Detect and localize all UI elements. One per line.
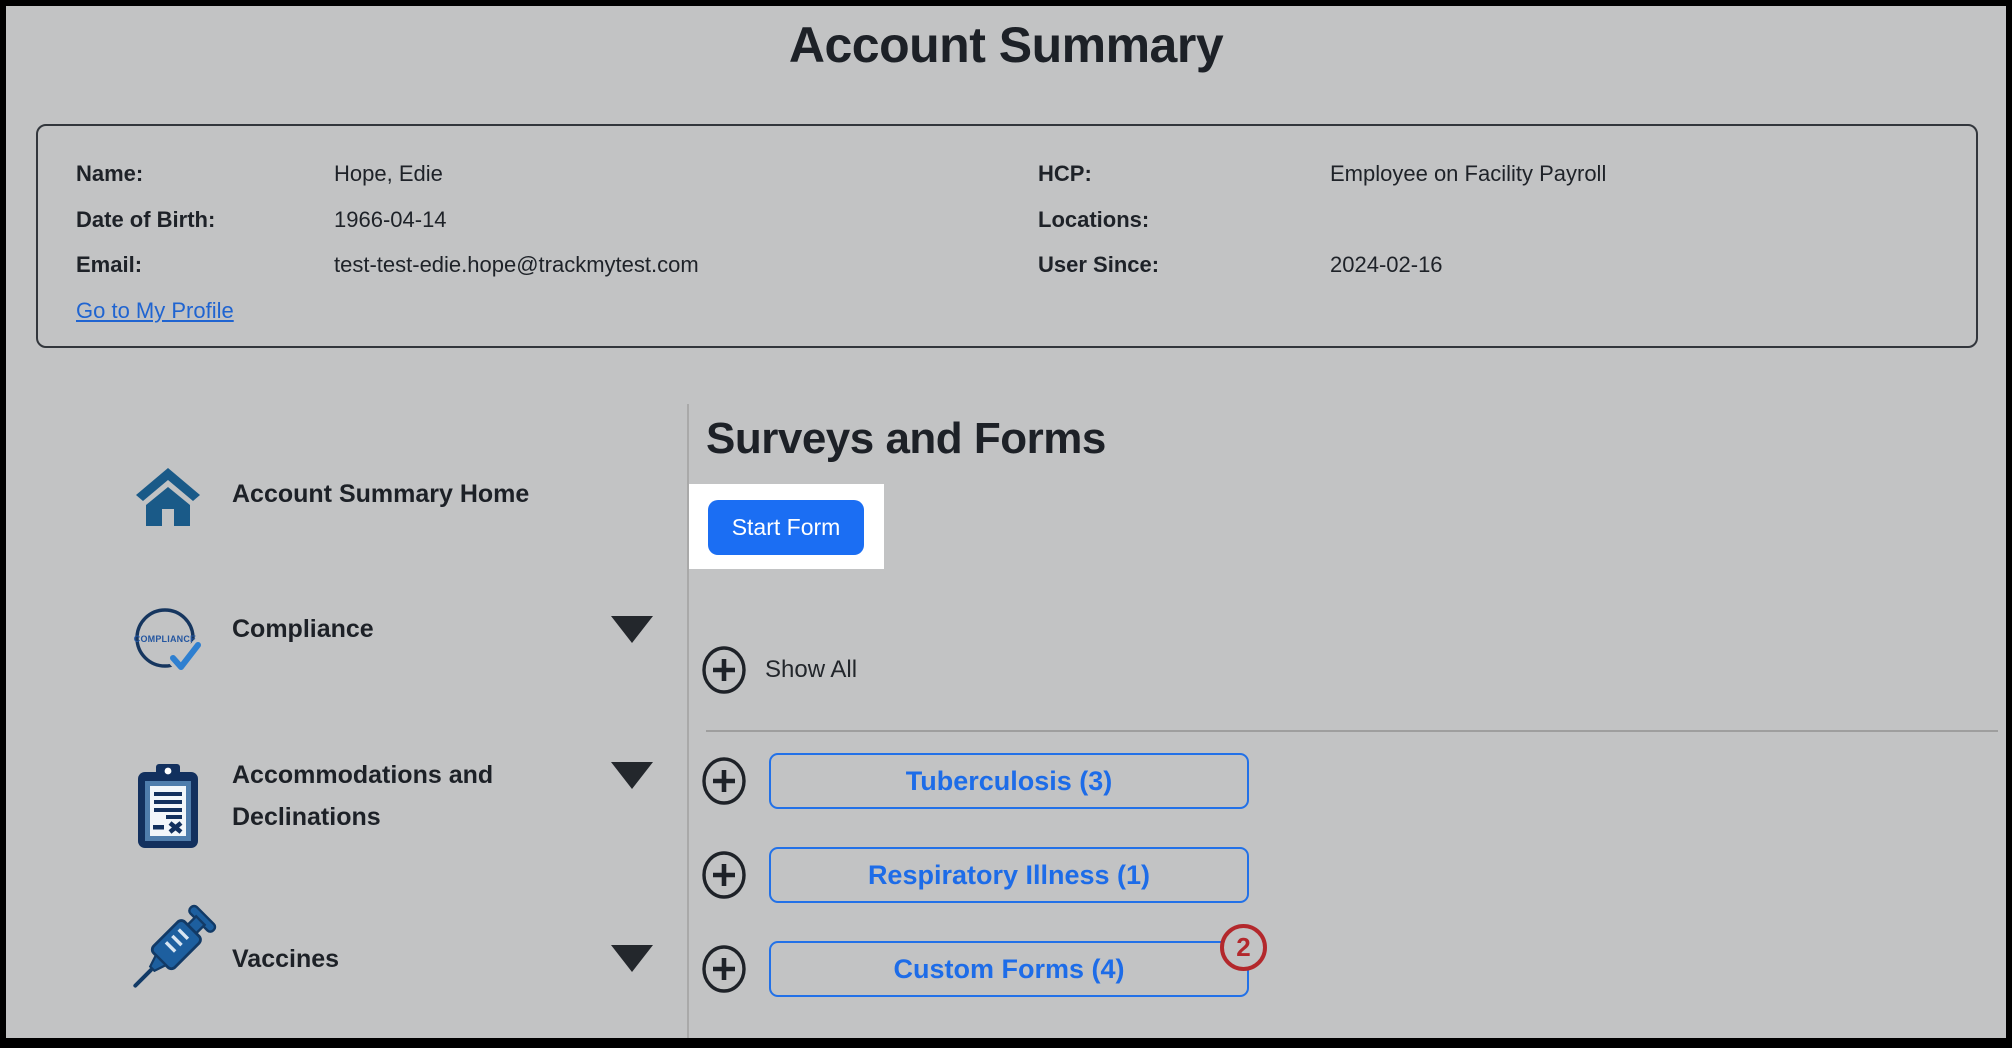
accommodations-expand-chevron-down-icon[interactable] xyxy=(611,762,653,789)
name-value: Hope, Edie xyxy=(334,161,443,187)
profile-row-user-since: User Since: 2024-02-16 xyxy=(1038,250,1443,280)
email-label: Email: xyxy=(76,252,334,278)
user-since-value: 2024-02-16 xyxy=(1330,252,1443,278)
category-row-tuberculosis: Tuberculosis (3) xyxy=(701,753,1249,809)
respiratory-illness-button[interactable]: Respiratory Illness (1) xyxy=(769,847,1249,903)
profile-summary-box: Name: Hope, Edie Date of Birth: 1966-04-… xyxy=(36,124,1978,348)
sidebar-item-compliance[interactable]: Compliance xyxy=(232,608,578,650)
custom-forms-notification-badge: 2 xyxy=(1220,924,1267,971)
category-row-respiratory-illness: Respiratory Illness (1) xyxy=(701,847,1249,903)
name-label: Name: xyxy=(76,161,334,187)
go-to-my-profile-link[interactable]: Go to My Profile xyxy=(76,298,234,324)
user-since-label: User Since: xyxy=(1038,252,1330,278)
profile-row-email: Email: test-test-edie.hope@trackmytest.c… xyxy=(76,250,699,280)
locations-label: Locations: xyxy=(1038,207,1330,233)
clipboard-icon xyxy=(136,764,200,855)
category-row-custom-forms: Custom Forms (4) xyxy=(701,941,1249,997)
hcp-label: HCP: xyxy=(1038,161,1330,187)
dob-label: Date of Birth: xyxy=(76,207,334,233)
show-all-label: Show All xyxy=(765,656,857,684)
compliance-expand-chevron-down-icon[interactable] xyxy=(611,616,653,643)
tuberculosis-expand-plus-icon[interactable] xyxy=(701,757,747,805)
dob-value: 1966-04-14 xyxy=(334,207,447,233)
account-summary-page: Account Summary Name: Hope, Edie Date of… xyxy=(6,6,2006,1038)
compliance-icon: COMPLIANCE xyxy=(130,604,204,681)
section-heading: Surveys and Forms xyxy=(706,414,1106,464)
profile-row-name: Name: Hope, Edie xyxy=(76,159,443,189)
profile-row-locations: Locations: xyxy=(1038,205,1330,235)
custom-forms-button[interactable]: Custom Forms (4) xyxy=(769,941,1249,997)
respiratory-expand-plus-icon[interactable] xyxy=(701,851,747,899)
section-divider xyxy=(706,730,1998,732)
profile-row-hcp: HCP: Employee on Facility Payroll xyxy=(1038,159,1606,189)
hcp-value: Employee on Facility Payroll xyxy=(1330,161,1606,187)
syringe-icon xyxy=(118,901,222,1016)
vaccines-expand-chevron-down-icon[interactable] xyxy=(611,945,653,972)
start-form-highlight: Start Form xyxy=(689,484,884,569)
email-value: test-test-edie.hope@trackmytest.com xyxy=(334,252,699,278)
profile-row-dob: Date of Birth: 1966-04-14 xyxy=(76,205,447,235)
sidebar-item-account-summary-home[interactable]: Account Summary Home xyxy=(232,473,578,515)
home-icon xyxy=(134,468,202,531)
tuberculosis-button[interactable]: Tuberculosis (3) xyxy=(769,753,1249,809)
compliance-icon-text: COMPLIANCE xyxy=(134,634,197,644)
page-title: Account Summary xyxy=(6,16,2006,74)
app-window: Account Summary Name: Hope, Edie Date of… xyxy=(0,0,2012,1048)
sidebar-item-vaccines[interactable]: Vaccines xyxy=(232,938,578,980)
show-all-control[interactable]: Show All xyxy=(701,646,857,694)
start-form-button[interactable]: Start Form xyxy=(708,500,864,555)
show-all-plus-icon[interactable] xyxy=(701,646,747,694)
custom-forms-expand-plus-icon[interactable] xyxy=(701,945,747,993)
sidebar-item-accommodations-declinations[interactable]: Accommodations and Declinations xyxy=(232,754,578,838)
